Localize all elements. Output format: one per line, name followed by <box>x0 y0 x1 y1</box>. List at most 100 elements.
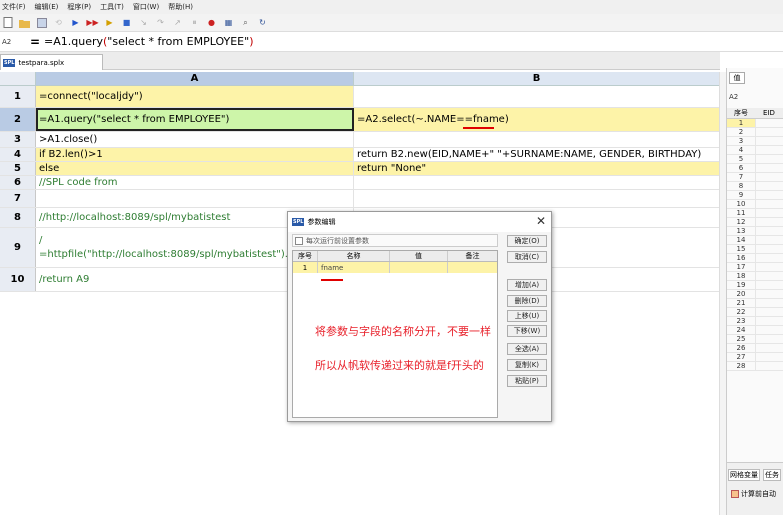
value-row[interactable]: 5 <box>727 155 783 164</box>
param-value-cell[interactable] <box>390 262 448 273</box>
value-row[interactable]: 18 <box>727 272 783 281</box>
open-folder-icon[interactable] <box>19 17 30 28</box>
value-row[interactable]: 1 <box>727 119 783 128</box>
move-up-button[interactable]: 上移(U) <box>507 310 547 322</box>
row-header[interactable]: 6 <box>0 176 36 189</box>
add-button[interactable]: 增加(A) <box>507 279 547 291</box>
grid-corner[interactable] <box>0 72 36 86</box>
value-row[interactable]: 9 <box>727 191 783 200</box>
cell-b6[interactable] <box>354 176 720 189</box>
value-row[interactable]: 26 <box>727 344 783 353</box>
ok-button[interactable]: 确定(O) <box>507 235 547 247</box>
stop-icon[interactable]: ■ <box>121 17 132 28</box>
cell-a6[interactable]: //SPL code from <box>36 176 354 189</box>
column-header-b[interactable]: B <box>354 72 720 86</box>
search-icon[interactable]: ⌕ <box>240 17 251 28</box>
menu-file[interactable]: 文件(F) <box>2 2 26 12</box>
step-over-icon[interactable]: ↷ <box>155 17 166 28</box>
value-row[interactable]: 2 <box>727 128 783 137</box>
value-row[interactable]: 23 <box>727 317 783 326</box>
column-header-a[interactable]: A <box>36 72 354 86</box>
value-row[interactable]: 13 <box>727 227 783 236</box>
file-tab-testpara[interactable]: SPL testpara.splx <box>0 54 103 70</box>
paste-button[interactable]: 粘贴(P) <box>507 375 547 387</box>
select-all-button[interactable]: 全选(A) <box>507 343 547 355</box>
menu-window[interactable]: 窗口(W) <box>133 2 159 12</box>
step-into-icon[interactable]: ↘ <box>138 17 149 28</box>
row-header[interactable]: 5 <box>0 162 36 175</box>
calculator-icon[interactable]: ▦ <box>223 17 234 28</box>
row-header[interactable]: 7 <box>0 190 36 207</box>
value-row[interactable]: 12 <box>727 218 783 227</box>
value-row[interactable]: 22 <box>727 308 783 317</box>
breakpoint-icon[interactable]: ● <box>206 17 217 28</box>
debug-icon[interactable]: ▶ <box>104 17 115 28</box>
value-row[interactable]: 15 <box>727 245 783 254</box>
undo-disabled-icon[interactable]: ⟲ <box>53 17 64 28</box>
cell-a7[interactable] <box>36 190 354 207</box>
step-icon[interactable]: ▶▶ <box>86 17 98 28</box>
formula-bar[interactable]: A2 = =A1.query("select * from EMPLOYEE") <box>0 32 783 52</box>
value-tab[interactable]: 值 <box>729 72 745 84</box>
menu-program[interactable]: 程序(P) <box>67 2 91 12</box>
value-row[interactable]: 7 <box>727 173 783 182</box>
row-header[interactable]: 10 <box>0 268 36 291</box>
delete-button[interactable]: 删除(D) <box>507 295 547 307</box>
step-out-icon[interactable]: ↗ <box>172 17 183 28</box>
cell-b7[interactable] <box>354 190 720 207</box>
auto-calc-checkbox[interactable] <box>731 490 739 498</box>
cell-a4[interactable]: if B2.len()>1 <box>36 148 354 161</box>
value-row[interactable]: 24 <box>727 326 783 335</box>
formula-text[interactable]: =A1.query("select * from EMPLOYEE") <box>44 35 253 48</box>
copy-button[interactable]: 复制(K) <box>507 359 547 371</box>
row-header[interactable]: 3 <box>0 132 36 147</box>
value-row[interactable]: 16 <box>727 254 783 263</box>
value-row[interactable]: 17 <box>727 263 783 272</box>
new-file-icon[interactable] <box>2 17 13 28</box>
pause-icon[interactable]: ⏸ <box>189 17 200 28</box>
menu-edit[interactable]: 编辑(E) <box>35 2 59 12</box>
tab-grid-variables[interactable]: 网格变量 <box>728 469 760 481</box>
cell-a5[interactable]: else <box>36 162 354 175</box>
parameter-row[interactable]: 1 fname <box>293 262 497 273</box>
value-row[interactable]: 20 <box>727 290 783 299</box>
value-row[interactable]: 14 <box>727 236 783 245</box>
run-icon[interactable]: ▶ <box>70 17 81 28</box>
cell-b2[interactable]: =A2.select(~.NAME==fname) <box>354 108 720 131</box>
close-icon[interactable]: ✕ <box>536 215 546 227</box>
row-header[interactable]: 2 <box>0 108 36 131</box>
move-down-button[interactable]: 下移(W) <box>507 325 547 337</box>
row-header[interactable]: 8 <box>0 208 36 227</box>
cell-reference[interactable]: A2 <box>0 38 30 46</box>
menu-tools[interactable]: 工具(T) <box>100 2 124 12</box>
cell-b3[interactable] <box>354 132 720 147</box>
value-row[interactable]: 3 <box>727 137 783 146</box>
value-row[interactable]: 25 <box>727 335 783 344</box>
cell-a2-selected[interactable]: =A1.query("select * from EMPLOYEE") <box>36 108 354 131</box>
cell-b4[interactable]: return B2.new(EID,NAME+" "+SURNAME:NAME,… <box>354 148 720 161</box>
row-header[interactable]: 1 <box>0 86 36 107</box>
run-set-params-option[interactable]: 每次运行前设置参数 <box>292 234 498 247</box>
save-icon[interactable] <box>36 17 47 28</box>
value-row[interactable]: 4 <box>727 146 783 155</box>
row-header[interactable]: 4 <box>0 148 36 161</box>
value-row[interactable]: 19 <box>727 281 783 290</box>
auto-calc-option[interactable]: 计算前自动 <box>731 489 776 499</box>
param-name-cell[interactable]: fname <box>318 262 390 273</box>
value-row[interactable]: 21 <box>727 299 783 308</box>
refresh-icon[interactable]: ↻ <box>257 17 268 28</box>
cell-b1[interactable] <box>354 86 720 107</box>
value-row[interactable]: 10 <box>727 200 783 209</box>
row-header[interactable]: 9 <box>0 228 36 267</box>
menu-help[interactable]: 帮助(H) <box>168 2 193 12</box>
param-note-cell[interactable] <box>448 262 497 273</box>
tab-tasks[interactable]: 任务 <box>763 469 781 481</box>
cancel-button[interactable]: 取消(C) <box>507 251 547 263</box>
cell-b5[interactable]: return "None" <box>354 162 720 175</box>
value-row[interactable]: 11 <box>727 209 783 218</box>
cell-a3[interactable]: >A1.close() <box>36 132 354 147</box>
value-row[interactable]: 27 <box>727 353 783 362</box>
value-row[interactable]: 8 <box>727 182 783 191</box>
value-row[interactable]: 6 <box>727 164 783 173</box>
run-set-params-checkbox[interactable] <box>295 236 303 245</box>
